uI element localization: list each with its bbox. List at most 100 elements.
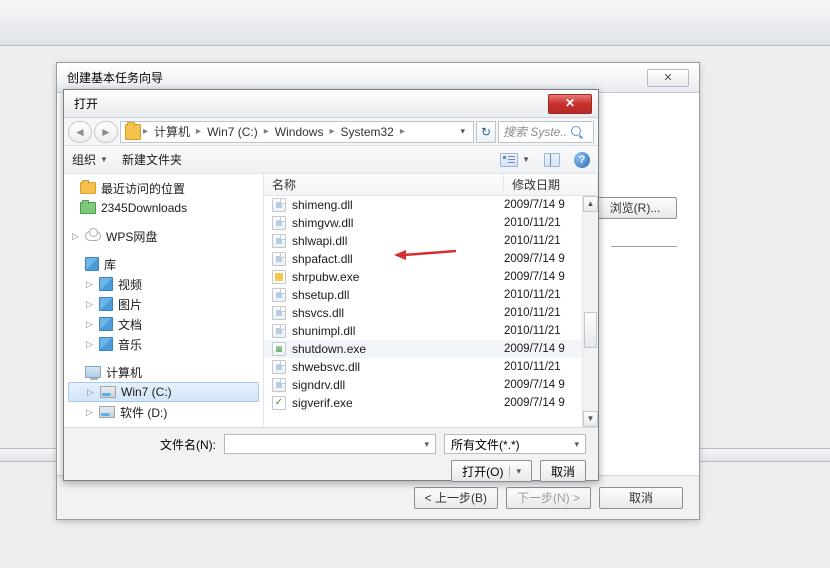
file-date: 2010/11/21 xyxy=(504,361,590,373)
file-row[interactable]: shimgvw.dll 2010/11/21 xyxy=(264,214,598,232)
wizard-title: 创建基本任务向导 xyxy=(67,63,163,93)
filename-label: 文件名(N): xyxy=(76,436,216,453)
file-row[interactable]: shutdown.exe 2009/7/14 9 xyxy=(264,340,598,358)
file-row[interactable]: shimeng.dll2009/7/14 9 xyxy=(264,196,598,214)
file-name: shimgvw.dll xyxy=(292,216,498,230)
file-row[interactable]: shsvcs.dll 2010/11/21 xyxy=(264,304,598,322)
new-folder-button[interactable]: 新建文件夹 xyxy=(122,151,182,168)
file-name: shrpubw.exe xyxy=(292,270,498,284)
tree-item[interactable]: ▷音乐 xyxy=(64,334,263,354)
file-icon xyxy=(272,396,286,410)
file-date: 2010/11/21 xyxy=(504,217,590,229)
file-name: shutdown.exe xyxy=(292,342,498,356)
tree-item[interactable]: ▷软件 (D:) xyxy=(64,402,263,422)
folder-icon xyxy=(80,202,96,214)
tree-item-selected[interactable]: ▷Win7 (C:) xyxy=(68,382,259,402)
file-row[interactable]: shsetup.dll 2010/11/21 xyxy=(264,286,598,304)
list-header: 名称 修改日期 xyxy=(264,174,598,196)
breadcrumb[interactable]: Win7 (C:) xyxy=(203,125,262,139)
tree-item[interactable]: 库 xyxy=(64,254,263,274)
col-name[interactable]: 名称 xyxy=(264,174,504,195)
wizard-text-field[interactable] xyxy=(611,233,677,247)
scroll-up[interactable]: ▲ xyxy=(583,196,598,212)
tree-item[interactable]: 2345Downloads xyxy=(64,198,263,218)
file-name: shimeng.dll xyxy=(292,198,498,212)
library-icon xyxy=(99,337,113,351)
file-date: 2009/7/14 9 xyxy=(504,379,590,391)
open-button[interactable]: 打开(O)▾ xyxy=(451,460,532,482)
scrollbar[interactable]: ▲ ▼ xyxy=(582,196,598,427)
filename-input[interactable]: ▾ xyxy=(224,434,436,454)
folder-icon xyxy=(125,124,141,140)
file-date: 2009/7/14 9 xyxy=(504,397,590,409)
library-icon xyxy=(99,317,113,331)
filter-select[interactable]: 所有文件(*.*)▾ xyxy=(444,434,586,454)
wizard-cancel-button[interactable]: 取消 xyxy=(599,487,683,509)
refresh-button[interactable]: ↻ xyxy=(476,121,496,143)
file-icon xyxy=(272,252,286,266)
search-input[interactable]: 搜索 Syste.. xyxy=(498,121,594,143)
nav-tree: 最近访问的位置 2345Downloads ▷WPS网盘 库 ▷视频 ▷图片 ▷… xyxy=(64,174,264,427)
location-bar[interactable]: ▸ 计算机 ▸ Win7 (C:) ▸ Windows ▸ System32 ▸… xyxy=(120,121,474,143)
help-button[interactable]: ? xyxy=(574,152,590,168)
breadcrumb[interactable]: System32 xyxy=(337,125,398,139)
tree-item[interactable]: ▷图片 xyxy=(64,294,263,314)
nav-back-button[interactable]: ◄ xyxy=(68,121,92,143)
library-icon xyxy=(99,297,113,311)
file-date: 2010/11/21 xyxy=(504,307,590,319)
wizard-close-button[interactable]: ✕ xyxy=(647,69,689,87)
nav-fwd-button[interactable]: ► xyxy=(94,121,118,143)
file-name: shsetup.dll xyxy=(292,288,498,302)
file-date: 2010/11/21 xyxy=(504,289,590,301)
file-name: shlwapi.dll xyxy=(292,234,498,248)
file-icon xyxy=(272,270,286,284)
file-name: shsvcs.dll xyxy=(292,306,498,320)
file-icon xyxy=(272,198,286,212)
file-row[interactable]: signdrv.dll 2009/7/14 9 xyxy=(264,376,598,394)
pane-button[interactable] xyxy=(544,153,560,167)
browse-button[interactable]: 浏览(R)... xyxy=(593,197,677,219)
drive-icon xyxy=(100,386,116,398)
file-date: 2009/7/14 9 xyxy=(504,253,590,265)
file-icon xyxy=(272,306,286,320)
file-row[interactable]: sigverif.exe 2009/7/14 9 xyxy=(264,394,598,412)
file-date: 2010/11/21 xyxy=(504,325,590,337)
close-button[interactable]: ✕ xyxy=(548,94,592,114)
library-icon xyxy=(85,257,99,271)
file-name: sigverif.exe xyxy=(292,396,498,410)
tree-item[interactable]: 计算机 xyxy=(64,362,263,382)
organize-button[interactable]: 组织▼ xyxy=(72,151,108,168)
view-button[interactable]: ▼ xyxy=(500,153,530,167)
back-button[interactable]: < 上一步(B) xyxy=(414,487,498,509)
next-button[interactable]: 下一步(N) > xyxy=(506,487,591,509)
scroll-thumb[interactable] xyxy=(584,312,597,348)
tree-item[interactable]: ▷视频 xyxy=(64,274,263,294)
file-row[interactable]: shpafact.dll 2009/7/14 9 xyxy=(264,250,598,268)
file-name: shunimpl.dll xyxy=(292,324,498,338)
library-icon xyxy=(99,277,113,291)
dialog-cancel-button[interactable]: 取消 xyxy=(540,460,586,482)
dialog-title: 打开 xyxy=(74,95,98,112)
location-dropdown[interactable]: ▾ xyxy=(456,126,469,137)
file-row[interactable]: shrpubw.exe2009/7/14 9 xyxy=(264,268,598,286)
file-row[interactable]: shwebsvc.dll2010/11/21 xyxy=(264,358,598,376)
file-icon xyxy=(272,360,286,374)
file-icon xyxy=(272,324,286,338)
folder-icon xyxy=(80,182,96,194)
tree-item[interactable]: 最近访问的位置 xyxy=(64,178,263,198)
col-date[interactable]: 修改日期 xyxy=(504,174,598,195)
tree-item[interactable]: ▷文档 xyxy=(64,314,263,334)
tree-item[interactable]: ▷WPS网盘 xyxy=(64,226,263,246)
file-name: signdrv.dll xyxy=(292,378,498,392)
scroll-down[interactable]: ▼ xyxy=(583,411,598,427)
file-date: 2009/7/14 9 xyxy=(504,343,590,355)
breadcrumb[interactable]: Windows xyxy=(271,125,328,139)
file-name: shpafact.dll xyxy=(292,252,498,266)
breadcrumb[interactable]: 计算机 xyxy=(150,123,194,140)
file-icon xyxy=(272,288,286,302)
file-list: 名称 修改日期 shimeng.dll2009/7/14 9shimgvw.dl… xyxy=(264,174,598,427)
file-row[interactable]: shlwapi.dll2010/11/21 xyxy=(264,232,598,250)
file-row[interactable]: shunimpl.dll 2010/11/21 xyxy=(264,322,598,340)
open-dialog: 打开 ✕ ◄ ► ▸ 计算机 ▸ Win7 (C:) ▸ Windows ▸ S… xyxy=(63,89,599,481)
file-icon xyxy=(272,234,286,248)
